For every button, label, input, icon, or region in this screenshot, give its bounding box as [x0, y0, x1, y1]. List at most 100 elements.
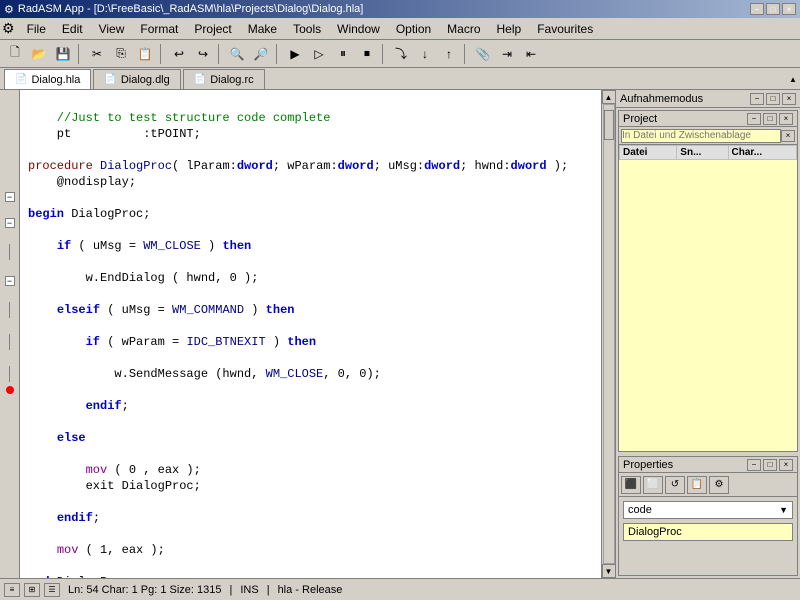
- collapse-begin[interactable]: −: [5, 192, 15, 202]
- status-btn-list[interactable]: ≡: [4, 583, 20, 597]
- statusbar-mode: INS: [240, 584, 258, 596]
- menu-window[interactable]: Window: [329, 20, 388, 38]
- props-minimize[interactable]: −: [747, 459, 761, 471]
- tab-label-dlg: Dialog.dlg: [121, 74, 170, 86]
- col-line: Sn...: [677, 146, 728, 160]
- app-icon: ⚙: [4, 3, 14, 16]
- main-area: − − − //Just to test structure code comp…: [0, 90, 800, 578]
- tab-dialog-rc[interactable]: 📄 Dialog.rc: [183, 69, 265, 89]
- stop-button[interactable]: ⏹: [356, 43, 378, 65]
- scroll-thumb[interactable]: [604, 110, 614, 140]
- menu-format[interactable]: Format: [132, 20, 186, 38]
- props-close[interactable]: ×: [779, 459, 793, 471]
- indent-button[interactable]: ⇥: [496, 43, 518, 65]
- menu-edit[interactable]: Edit: [54, 20, 91, 38]
- collapse-if1[interactable]: −: [5, 218, 15, 228]
- tab-dialog-hla[interactable]: 📄 Dialog.hla: [4, 69, 91, 89]
- properties-dropdown[interactable]: code ▼: [623, 501, 793, 519]
- toolbar-sep-5: [382, 44, 386, 64]
- tab-label: Dialog.hla: [31, 74, 80, 86]
- aufnahme-label: Aufnahmemodus: [620, 93, 703, 105]
- open-button[interactable]: 📂: [28, 43, 50, 65]
- app-menu-icon: ⚙: [2, 20, 15, 37]
- toolbar-sep-3: [218, 44, 222, 64]
- properties-header: Properties − □ ×: [619, 457, 797, 473]
- aufnahme-close[interactable]: ×: [782, 93, 796, 105]
- run-button[interactable]: ▷: [308, 43, 330, 65]
- menu-make[interactable]: Make: [240, 20, 285, 38]
- menu-view[interactable]: View: [91, 20, 133, 38]
- col-char: Char...: [728, 146, 796, 160]
- build-button[interactable]: ▶: [284, 43, 306, 65]
- status-btn-view[interactable]: ☰: [44, 583, 60, 597]
- outdent-button[interactable]: ⇤: [520, 43, 542, 65]
- props-btn-2[interactable]: ⬜: [643, 476, 663, 494]
- new-button[interactable]: 🗋: [4, 43, 26, 65]
- step-into-button[interactable]: ↓: [414, 43, 436, 65]
- project-search-input[interactable]: [621, 129, 781, 143]
- menu-favourites[interactable]: Favourites: [529, 20, 601, 38]
- statusbar: ≡ ⊞ ☰ Ln: 54 Char: 1 Pg: 1 Size: 1315 | …: [0, 578, 800, 600]
- redo-button[interactable]: ↪: [192, 43, 214, 65]
- statusbar-sep-1: |: [230, 584, 233, 596]
- editor-panel[interactable]: //Just to test structure code complete p…: [20, 90, 601, 578]
- toolbar-sep-4: [276, 44, 280, 64]
- menu-macro[interactable]: Macro: [439, 20, 488, 38]
- tab-scroll-up[interactable]: ▲: [786, 69, 800, 89]
- menu-help[interactable]: Help: [489, 20, 530, 38]
- project-minimize[interactable]: −: [747, 113, 761, 125]
- aufnahme-maximize[interactable]: □: [766, 93, 780, 105]
- paste-button[interactable]: 📋: [134, 43, 156, 65]
- maximize-button[interactable]: □: [766, 3, 780, 15]
- project-search-bar: ×: [619, 127, 797, 145]
- toolbar-sep-2: [160, 44, 164, 64]
- tab-label-rc: Dialog.rc: [210, 74, 253, 86]
- step-out-button[interactable]: ↑: [438, 43, 460, 65]
- col-file: Datei: [620, 146, 677, 160]
- cut-button[interactable]: ✂: [86, 43, 108, 65]
- titlebar: ⚙ RadASM App - [D:\FreeBasic\_RadASM\hla…: [0, 0, 800, 18]
- tab-icon-dlg: 📄: [104, 74, 116, 85]
- breakpoint-marker: [6, 386, 14, 394]
- right-panel: Aufnahmemodus − □ × Project − □ × ×: [615, 90, 800, 578]
- properties-value: DialogProc: [623, 523, 793, 541]
- props-btn-5[interactable]: ⚙: [709, 476, 729, 494]
- menu-tools[interactable]: Tools: [285, 20, 329, 38]
- step-over-button[interactable]: ⤵: [390, 43, 412, 65]
- clipboard-button[interactable]: 📎: [472, 43, 494, 65]
- save-button[interactable]: 💾: [52, 43, 74, 65]
- props-btn-4[interactable]: 📋: [687, 476, 707, 494]
- debug-button[interactable]: ⏸: [332, 43, 354, 65]
- status-btn-grid[interactable]: ⊞: [24, 583, 40, 597]
- editor-wrapper: //Just to test structure code complete p…: [20, 90, 615, 578]
- titlebar-controls: − □ ×: [750, 3, 796, 15]
- scroll-up-button[interactable]: ▲: [602, 90, 616, 104]
- close-button[interactable]: ×: [782, 3, 796, 15]
- tabbar: 📄 Dialog.hla 📄 Dialog.dlg 📄 Dialog.rc ▲: [0, 68, 800, 90]
- properties-header-label: Properties: [623, 459, 673, 471]
- collapse-elseif[interactable]: −: [5, 276, 15, 286]
- menu-file[interactable]: File: [19, 20, 54, 38]
- menu-option[interactable]: Option: [388, 20, 439, 38]
- project-table: Datei Sn... Char...: [619, 145, 797, 160]
- project-search-close[interactable]: ×: [781, 130, 795, 142]
- undo-button[interactable]: ↩: [168, 43, 190, 65]
- copy-button[interactable]: ⎘: [110, 43, 132, 65]
- dropdown-arrow-icon[interactable]: ▼: [779, 505, 788, 515]
- props-btn-3[interactable]: ↺: [665, 476, 685, 494]
- project-header: Project − □ ×: [619, 111, 797, 127]
- props-btn-1[interactable]: ⬛: [621, 476, 641, 494]
- aufnahme-minimize[interactable]: −: [750, 93, 764, 105]
- menu-project[interactable]: Project: [186, 20, 239, 38]
- scroll-track[interactable]: [603, 104, 615, 564]
- find-replace-button[interactable]: 🔎: [250, 43, 272, 65]
- tab-dialog-dlg[interactable]: 📄 Dialog.dlg: [93, 69, 180, 89]
- props-maximize[interactable]: □: [763, 459, 777, 471]
- project-close[interactable]: ×: [779, 113, 793, 125]
- minimize-button[interactable]: −: [750, 3, 764, 15]
- code-editor[interactable]: //Just to test structure code complete p…: [20, 90, 601, 578]
- find-button[interactable]: 🔍: [226, 43, 248, 65]
- scroll-down-button[interactable]: ▼: [602, 564, 616, 578]
- properties-panel: Properties − □ × ⬛ ⬜ ↺ 📋 ⚙ code ▼ Dialog…: [618, 456, 798, 576]
- project-maximize[interactable]: □: [763, 113, 777, 125]
